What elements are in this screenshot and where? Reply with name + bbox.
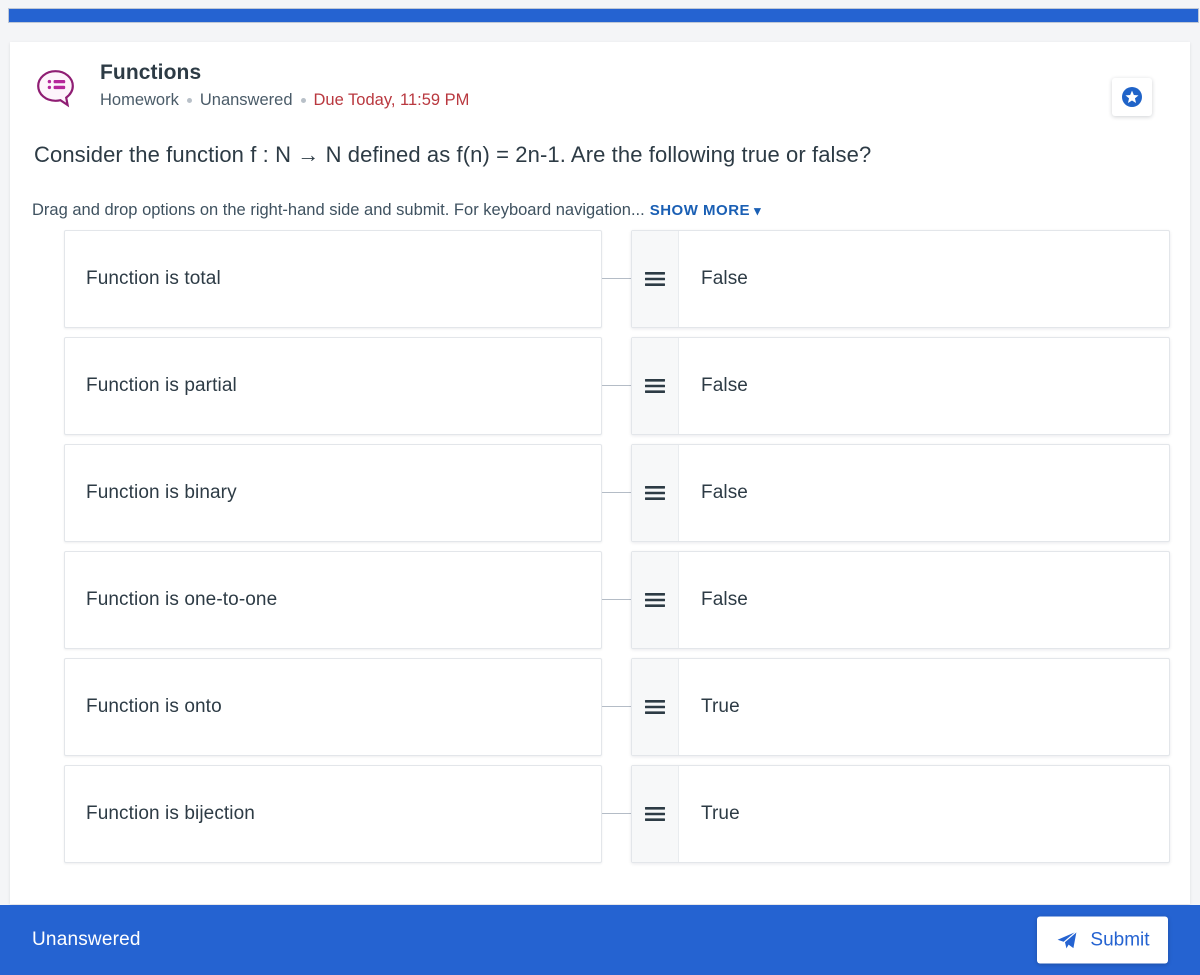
question-card: Functions Homework Unanswered Due Today,… bbox=[10, 42, 1190, 904]
prompt-card: Function is binary bbox=[64, 444, 602, 542]
submit-label: Submit bbox=[1090, 929, 1150, 950]
drag-handle-icon[interactable] bbox=[632, 659, 679, 755]
page-title: Functions bbox=[100, 61, 202, 84]
chevron-down-icon: ▾ bbox=[754, 203, 762, 218]
answer-card[interactable]: True bbox=[631, 658, 1170, 756]
due-date-label: Due Today, 11:59 PM bbox=[313, 91, 470, 109]
assignment-type-label: Homework bbox=[100, 91, 179, 109]
favorite-button[interactable] bbox=[1112, 78, 1152, 116]
show-more-label: SHOW MORE bbox=[649, 202, 751, 219]
footer-status-label: Unanswered bbox=[32, 929, 141, 950]
matching-row: Function is one-to-one False bbox=[10, 551, 1190, 649]
prompt-card: Function is bijection bbox=[64, 765, 602, 863]
prompt-label: Function is one-to-one bbox=[86, 589, 278, 610]
header-meta: Homework Unanswered Due Today, 11:59 PM bbox=[100, 89, 469, 111]
row-connector-line bbox=[602, 492, 632, 493]
answer-label: False bbox=[701, 375, 748, 396]
answer-card[interactable]: False bbox=[631, 337, 1170, 435]
status-label: Unanswered bbox=[199, 91, 293, 109]
matching-row: Function is onto True bbox=[10, 658, 1190, 756]
prompt-card: Function is partial bbox=[64, 337, 602, 435]
question-text: Consider the function f : N → N defined … bbox=[34, 142, 872, 167]
answer-label: False bbox=[701, 589, 748, 610]
show-more-button[interactable]: SHOW MORE ▾ bbox=[650, 202, 761, 219]
prompt-label: Function is total bbox=[86, 268, 221, 289]
prompt-label: Function is onto bbox=[86, 696, 222, 717]
row-connector-line bbox=[602, 813, 632, 814]
row-connector-line bbox=[602, 599, 632, 600]
answer-card[interactable]: False bbox=[631, 230, 1170, 328]
prompt-label: Function is partial bbox=[86, 375, 237, 396]
answer-card[interactable]: False bbox=[631, 551, 1170, 649]
answer-label: False bbox=[701, 268, 748, 289]
drag-handle-icon[interactable] bbox=[632, 445, 679, 541]
prompt-label: Function is bijection bbox=[86, 803, 255, 824]
header-text-block: Functions Homework Unanswered Due Today,… bbox=[100, 60, 469, 111]
row-connector-line bbox=[602, 706, 632, 707]
drag-handle-icon[interactable] bbox=[632, 338, 679, 434]
matching-row: Function is binary False bbox=[10, 444, 1190, 542]
row-connector-line bbox=[602, 278, 632, 279]
answer-card[interactable]: False bbox=[631, 444, 1170, 542]
answer-card[interactable]: True bbox=[631, 765, 1170, 863]
matching-row: Function is partial False bbox=[10, 337, 1190, 435]
top-accent-bar bbox=[8, 8, 1199, 23]
page-root: Functions Homework Unanswered Due Today,… bbox=[0, 0, 1200, 975]
answer-label: True bbox=[701, 803, 740, 824]
drag-handle-icon[interactable] bbox=[632, 231, 679, 327]
footer-bar: Unanswered Submit bbox=[0, 905, 1200, 975]
prompt-card: Function is onto bbox=[64, 658, 602, 756]
instructions-text: Drag and drop options on the right-hand … bbox=[32, 201, 645, 219]
drag-handle-icon[interactable] bbox=[632, 552, 679, 648]
speech-bubble-list-icon bbox=[34, 68, 76, 108]
matching-row: Function is bijection True bbox=[10, 765, 1190, 863]
matching-rows-list: Function is total False Function is partia… bbox=[10, 230, 1190, 872]
separator-dot-icon bbox=[186, 97, 192, 103]
question-header: Functions Homework Unanswered Due Today,… bbox=[28, 56, 1168, 118]
answer-label: False bbox=[701, 482, 748, 503]
prompt-card: Function is total bbox=[64, 230, 602, 328]
star-circle-icon bbox=[1122, 87, 1142, 107]
matching-row: Function is total False bbox=[10, 230, 1190, 328]
answer-label: True bbox=[701, 696, 740, 717]
separator-dot-icon bbox=[300, 97, 306, 103]
prompt-label: Function is binary bbox=[86, 482, 237, 503]
submit-button[interactable]: Submit bbox=[1037, 916, 1168, 964]
paper-plane-icon bbox=[1058, 930, 1078, 949]
question-instructions: Drag and drop options on the right-hand … bbox=[32, 199, 1162, 222]
drag-handle-icon[interactable] bbox=[632, 766, 679, 862]
row-connector-line bbox=[602, 385, 632, 386]
prompt-card: Function is one-to-one bbox=[64, 551, 602, 649]
